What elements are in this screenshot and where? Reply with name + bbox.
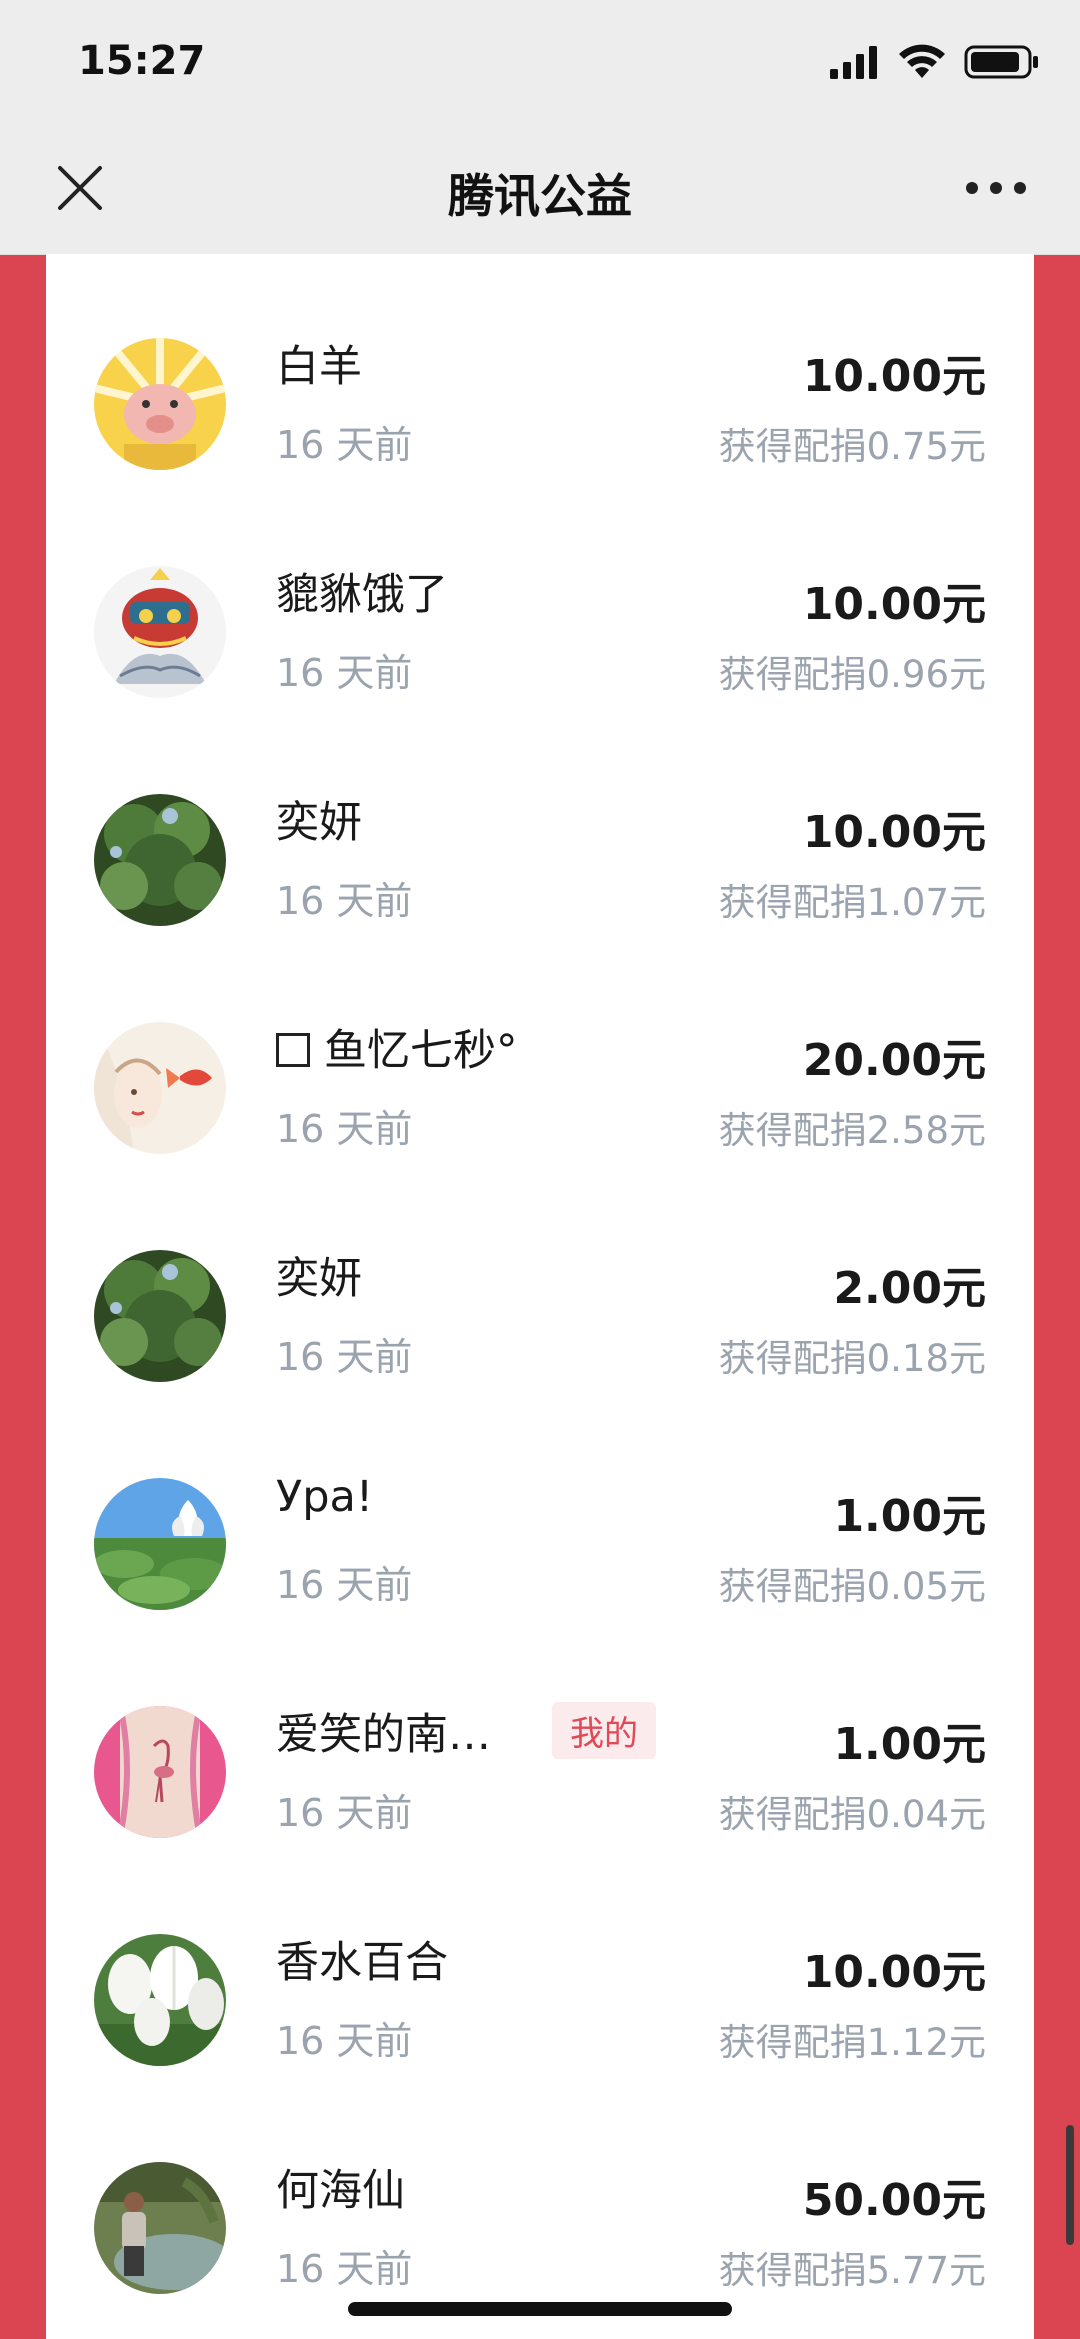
home-indicator[interactable] <box>348 2302 732 2316</box>
status-icons <box>830 44 1040 80</box>
list-item[interactable]: 貔貅饿了 16 天前 10.00元 获得配捐0.96元 <box>46 482 1034 710</box>
status-time: 15:27 <box>78 38 206 84</box>
donation-time: 16 天前 <box>276 1563 413 1607</box>
cartoon-pig-avatar <box>94 338 226 470</box>
tree-avatar <box>94 1250 226 1382</box>
list-item[interactable]: 奕妍 16 天前 10.00元 获得配捐1.07元 <box>46 710 1034 938</box>
donor-name: Ура! <box>276 1472 374 1522</box>
flamingo-tattoo-avatar <box>94 1706 226 1838</box>
list-item[interactable]: 香水百合 16 天前 10.00元 获得配捐1.12元 <box>46 1850 1034 2078</box>
donation-time: 16 天前 <box>276 1107 413 1151</box>
donor-name: 貔貅饿了 <box>276 570 448 620</box>
donor-name: 香水百合 <box>276 1938 448 1988</box>
battery-icon <box>964 45 1038 79</box>
donation-amount: 10.00元 <box>802 351 986 402</box>
matched-donation: 获得配捐0.75元 <box>718 425 986 468</box>
donor-name: 白羊 <box>276 342 362 392</box>
placeholder-box-icon <box>276 1033 310 1067</box>
matched-donation: 获得配捐1.12元 <box>718 2021 986 2064</box>
donor-name: 爱笑的南… <box>276 1710 491 1760</box>
donation-amount: 1.00元 <box>833 1491 986 1542</box>
donation-time: 16 天前 <box>276 1791 413 1835</box>
white-tulips-avatar <box>94 1934 226 2066</box>
donation-time: 16 天前 <box>276 651 413 695</box>
tree-avatar <box>94 794 226 926</box>
list-item[interactable]: 奕妍 16 天前 2.00元 获得配捐0.18元 <box>46 1166 1034 1394</box>
donation-amount: 2.00元 <box>833 1263 986 1314</box>
list-item[interactable]: 鱼忆七秒° 16 天前 20.00元 获得配捐2.58元 <box>46 938 1034 1166</box>
donor-name: 鱼忆七秒° <box>276 1016 518 1078</box>
donor-name: 奕妍 <box>276 798 362 848</box>
nav-bar: 腾讯公益 <box>0 120 1080 255</box>
donation-list: 白羊 16 天前 10.00元 获得配捐0.75元 貔貅饿了 16 天前 10.… <box>46 254 1034 2339</box>
list-item[interactable]: 爱笑的南… 我的 16 天前 1.00元 获得配捐0.04元 <box>46 1622 1034 1850</box>
list-item[interactable]: 何海仙 16 天前 50.00元 获得配捐5.77元 <box>46 2078 1034 2306</box>
donation-time: 16 天前 <box>276 2019 413 2063</box>
donation-time: 16 天前 <box>276 879 413 923</box>
lotus-sky-avatar <box>94 1478 226 1610</box>
donation-time: 16 天前 <box>276 423 413 467</box>
list-item[interactable]: Ура! 16 天前 1.00元 获得配捐0.05元 <box>46 1394 1034 1622</box>
page-title: 腾讯公益 <box>448 169 632 223</box>
wifi-icon <box>899 44 945 78</box>
donation-amount: 10.00元 <box>802 1947 986 1998</box>
mine-badge: 我的 <box>552 1702 656 1759</box>
matched-donation: 获得配捐1.07元 <box>718 881 986 924</box>
matched-donation: 获得配捐2.58元 <box>718 1109 986 1152</box>
matched-donation: 获得配捐0.04元 <box>718 1793 986 1836</box>
donation-amount: 1.00元 <box>833 1719 986 1770</box>
donation-amount: 10.00元 <box>802 807 986 858</box>
donor-name-text: 鱼忆七秒° <box>324 1026 518 1076</box>
more-dots-icon[interactable] <box>966 182 1026 194</box>
matched-donation: 获得配捐5.77元 <box>718 2249 986 2292</box>
donor-name: 何海仙 <box>276 2166 405 2216</box>
donation-time: 16 天前 <box>276 2247 413 2291</box>
matched-donation: 获得配捐0.05元 <box>718 1565 986 1608</box>
painted-girl-fish-avatar <box>94 1022 226 1154</box>
donation-amount: 10.00元 <box>802 579 986 630</box>
matched-donation: 获得配捐0.96元 <box>718 653 986 696</box>
status-bar: 15:27 <box>0 0 1080 120</box>
list-item[interactable]: 白羊 16 天前 10.00元 获得配捐0.75元 <box>46 254 1034 482</box>
donation-amount: 50.00元 <box>802 2175 986 2226</box>
matched-donation: 获得配捐0.18元 <box>718 1337 986 1380</box>
lion-dance-avatar <box>94 566 226 698</box>
donation-amount: 20.00元 <box>802 1035 986 1086</box>
donation-time: 16 天前 <box>276 1335 413 1379</box>
person-outdoors-avatar <box>94 2162 226 2294</box>
scrollbar-thumb[interactable] <box>1066 2125 1074 2245</box>
cellular-signal-icon <box>830 46 877 79</box>
donor-name: 奕妍 <box>276 1254 362 1304</box>
